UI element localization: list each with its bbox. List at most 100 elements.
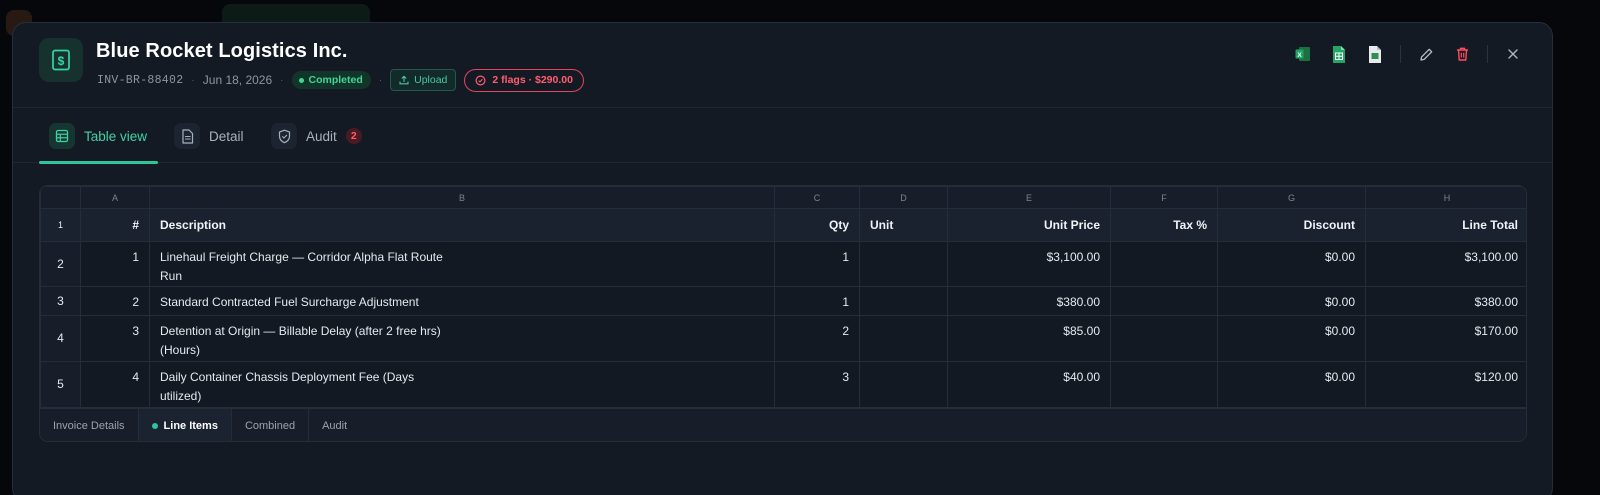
cell-unit[interactable] [859, 286, 948, 316]
cell-description[interactable]: Standard Contracted Fuel Surcharge Adjus… [149, 286, 775, 316]
row-number[interactable]: 1 [40, 208, 81, 242]
upload-button[interactable]: Upload [390, 69, 457, 91]
invoice-dollar-icon: $ [39, 38, 83, 82]
cell-qty[interactable]: 1 [774, 241, 860, 287]
delete-trash-icon[interactable] [1451, 43, 1473, 65]
table-row[interactable]: 5 4 Daily Container Chassis Deployment F… [40, 361, 1526, 408]
description-line: Detention at Origin — Billable Delay (af… [160, 324, 441, 338]
table-row[interactable]: 3 2 Standard Contracted Fuel Surcharge A… [40, 286, 1526, 316]
meta-separator: · [378, 74, 383, 86]
tab-label: Audit [306, 128, 337, 144]
active-tab-indicator [39, 161, 158, 164]
cell-line-number[interactable]: 3 [80, 315, 150, 362]
cell-unit-price[interactable]: $85.00 [947, 315, 1111, 362]
table-row[interactable]: 2 1 Linehaul Freight Charge — Corridor A… [40, 241, 1526, 287]
row-number[interactable]: 3 [40, 286, 81, 316]
column-header[interactable]: Description [149, 208, 775, 242]
column-letter[interactable]: G [1217, 186, 1366, 209]
cell-discount[interactable]: $0.00 [1217, 286, 1366, 316]
row-number[interactable]: 2 [40, 241, 81, 287]
column-letter[interactable]: C [774, 186, 860, 209]
cell-tax[interactable] [1110, 315, 1218, 362]
line-items-table: A B C D E F G H 1 # Description Qty Unit… [40, 186, 1526, 408]
column-letter[interactable]: D [859, 186, 948, 209]
column-header[interactable]: Tax % [1110, 208, 1218, 242]
audit-count-badge: 2 [345, 128, 362, 144]
cell-unit[interactable] [859, 361, 948, 408]
meta-separator: · [280, 74, 284, 86]
column-header[interactable]: Line Total [1365, 208, 1526, 242]
cell-unit-price[interactable]: $380.00 [947, 286, 1111, 316]
row-number[interactable]: 4 [40, 315, 81, 362]
tab-audit[interactable]: Audit 2 [271, 108, 362, 164]
cell-tax[interactable] [1110, 241, 1218, 287]
sheets-export-icon[interactable] [1328, 43, 1350, 65]
cell-discount[interactable]: $0.00 [1217, 315, 1366, 362]
cell-line-total[interactable]: $170.00 [1365, 315, 1526, 362]
sheet-tab-audit[interactable]: Audit [309, 409, 360, 441]
cell-discount[interactable]: $0.00 [1217, 241, 1366, 287]
column-header[interactable]: Unit [859, 208, 948, 242]
cell-line-total[interactable]: $120.00 [1365, 361, 1526, 408]
cell-unit-price[interactable]: $3,100.00 [947, 241, 1111, 287]
column-letter[interactable]: F [1110, 186, 1218, 209]
tab-table-view[interactable]: Table view [49, 108, 147, 164]
close-icon[interactable] [1502, 43, 1524, 65]
cell-unit[interactable] [859, 241, 948, 287]
cell-line-total[interactable]: $380.00 [1365, 286, 1526, 316]
edit-pencil-icon[interactable] [1415, 43, 1437, 65]
sheet-tab-invoice-details[interactable]: Invoice Details [40, 409, 139, 441]
active-sheet-dot-icon [151, 422, 158, 429]
cell-tax[interactable] [1110, 286, 1218, 316]
upload-icon [399, 75, 409, 85]
column-letter[interactable]: H [1365, 186, 1526, 209]
status-dot-icon [298, 77, 304, 83]
column-header[interactable]: Unit Price [947, 208, 1111, 242]
row-number[interactable]: 5 [40, 361, 81, 408]
cell-line-number[interactable]: 2 [80, 286, 150, 316]
actions-divider [1400, 45, 1401, 63]
sheet-tab-line-items[interactable]: Line Items [138, 409, 232, 441]
document-icon [174, 123, 200, 149]
corner-cell [40, 186, 81, 209]
invoice-meta: INV-BR-88402 · Jun 18, 2026 · Completed … [97, 68, 584, 92]
cell-description[interactable]: Detention at Origin — Billable Delay (af… [149, 315, 775, 362]
cell-line-number[interactable]: 1 [80, 241, 150, 287]
description-line: Run [160, 268, 183, 283]
cell-description[interactable]: Linehaul Freight Charge — Corridor Alpha… [149, 241, 775, 287]
cell-unit[interactable] [859, 315, 948, 362]
column-letter[interactable]: E [947, 186, 1111, 209]
sheet-tab-label: Invoice Details [53, 419, 125, 432]
description-line: utilized) [160, 388, 202, 403]
cell-description[interactable]: Daily Container Chassis Deployment Fee (… [149, 361, 775, 408]
column-header[interactable]: # [80, 208, 150, 242]
cell-tax[interactable] [1110, 361, 1218, 408]
meta-separator: · [191, 74, 195, 86]
column-letter[interactable]: A [80, 186, 150, 209]
cell-qty[interactable]: 3 [774, 361, 860, 408]
cell-line-number[interactable]: 4 [80, 361, 150, 408]
tab-label: Detail [209, 128, 244, 144]
vendor-title: Blue Rocket Logistics Inc. [96, 40, 348, 62]
tab-label: Table view [84, 128, 148, 144]
excel-export-icon[interactable]: X [1292, 43, 1314, 65]
status-label: Completed [308, 74, 363, 86]
flags-badge[interactable]: 2 flags · $290.00 [464, 68, 584, 92]
cell-unit-price[interactable]: $40.00 [947, 361, 1111, 408]
cell-line-total[interactable]: $3,100.00 [1365, 241, 1526, 287]
document-export-icon[interactable] [1364, 43, 1386, 65]
sheet-tab-label: Audit [322, 419, 348, 432]
invoice-date: Jun 18, 2026 [202, 73, 273, 87]
column-header[interactable]: Discount [1217, 208, 1366, 242]
table-header-row: 1 # Description Qty Unit Unit Price Tax … [40, 208, 1526, 242]
table-row[interactable]: 4 3 Detention at Origin — Billable Delay… [40, 315, 1526, 362]
cell-qty[interactable]: 1 [774, 286, 860, 316]
tab-detail[interactable]: Detail [174, 108, 244, 164]
sheet-tab-combined[interactable]: Combined [232, 409, 310, 441]
cell-discount[interactable]: $0.00 [1217, 361, 1366, 408]
column-letter[interactable]: B [149, 186, 775, 209]
column-header[interactable]: Qty [774, 208, 860, 242]
cell-qty[interactable]: 2 [774, 315, 860, 362]
shield-icon [271, 123, 297, 149]
svg-text:$: $ [58, 54, 65, 68]
